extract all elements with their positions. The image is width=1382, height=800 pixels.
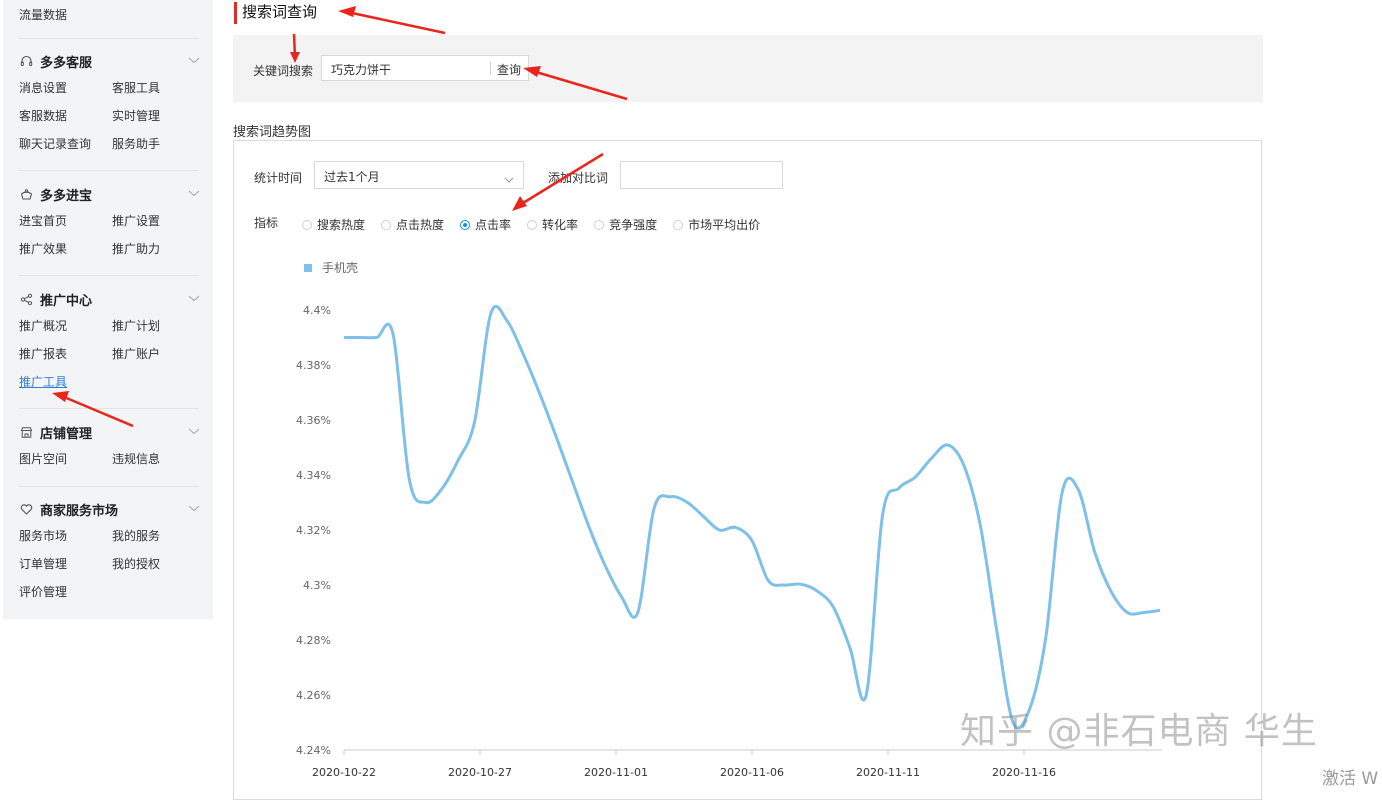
y-tick-label: 4.34% <box>296 469 331 482</box>
trend-line-chart: 4.24% 4.26% 4.28% 4.3% 4.32% 4.34% 4.36% 4.38% 4… <box>296 304 1162 779</box>
y-tick-label: 4.32% <box>296 524 331 537</box>
x-tick-label: 2020-11-16 <box>992 766 1056 779</box>
activate-windows-text: 激活 W <box>1322 769 1379 789</box>
x-tick-label: 2020-10-22 <box>312 766 376 779</box>
x-tick-label: 2020-11-01 <box>584 766 648 779</box>
x-tick-label: 2020-11-11 <box>856 766 920 779</box>
y-tick-label: 4.4% <box>303 304 331 317</box>
y-tick-label: 4.26% <box>296 689 331 702</box>
watermark: 知乎 @非石电商 华生 <box>960 711 1318 752</box>
series-line-phone-case <box>343 304 1161 730</box>
y-tick-label: 4.28% <box>296 634 331 647</box>
y-tick-label: 4.36% <box>296 414 331 427</box>
y-tick-label: 4.38% <box>296 359 331 372</box>
y-tick-label: 4.24% <box>296 744 331 757</box>
x-tick-label: 2020-10-27 <box>448 766 512 779</box>
x-tick-label: 2020-11-06 <box>720 766 784 779</box>
y-tick-label: 4.3% <box>303 579 331 592</box>
